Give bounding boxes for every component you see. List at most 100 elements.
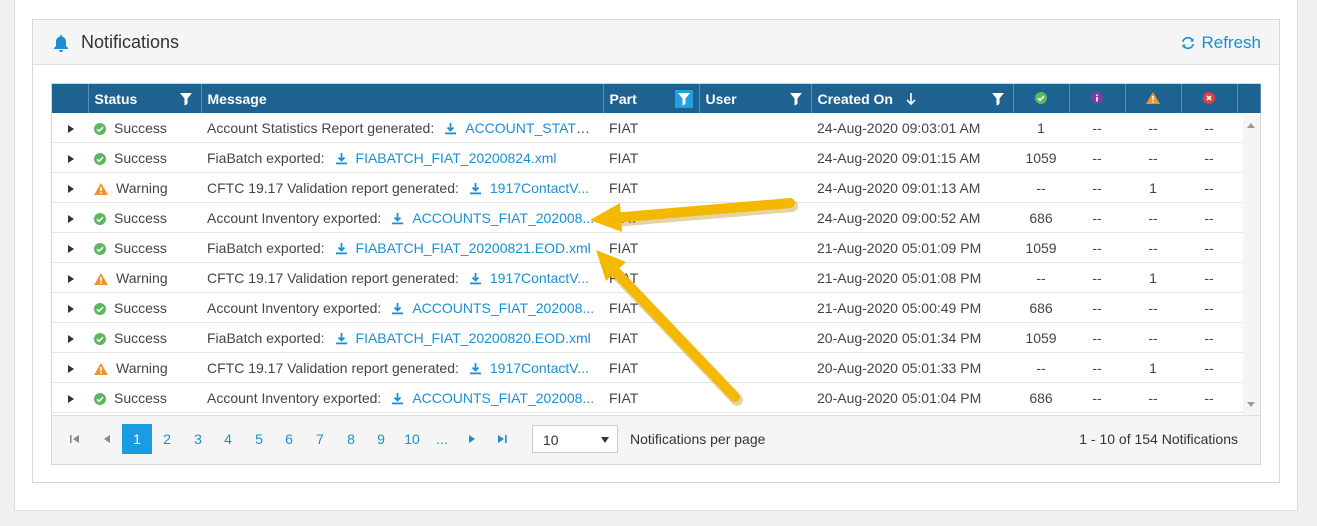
page-button[interactable]: 5 <box>244 424 274 454</box>
row-expander[interactable] <box>52 322 88 353</box>
expand-arrow-icon[interactable] <box>68 184 74 193</box>
created-on-cell: 24-Aug-2020 09:00:52 AM <box>811 202 1013 233</box>
message-column-header[interactable]: Message <box>201 84 604 113</box>
page-button[interactable]: 8 <box>336 424 366 454</box>
page-button[interactable]: 2 <box>152 424 182 454</box>
row-expander[interactable] <box>52 232 88 263</box>
success-count-cell: -- <box>1013 352 1069 383</box>
refresh-button[interactable]: Refresh <box>1180 33 1261 53</box>
download-icon[interactable] <box>469 362 482 375</box>
status-cell: Success <box>88 232 201 263</box>
expand-arrow-icon[interactable] <box>68 244 74 253</box>
page-size-select[interactable]: 10 <box>532 425 618 453</box>
download-icon[interactable] <box>391 392 404 405</box>
file-link[interactable]: FIABATCH_FIAT_20200820.EOD.xml <box>356 330 591 346</box>
download-icon[interactable] <box>391 302 404 315</box>
warning-icon <box>1146 91 1160 104</box>
expand-arrow-icon[interactable] <box>68 364 74 373</box>
table-row[interactable]: Warning CFTC 19.17 Validation report gene… <box>52 262 1260 293</box>
page-button[interactable]: 10 <box>397 424 427 454</box>
download-icon[interactable] <box>335 332 348 345</box>
prev-page-icon[interactable] <box>102 434 112 444</box>
per-page-label: Notifications per page <box>630 431 766 447</box>
vertical-scrollbar[interactable] <box>1243 115 1260 415</box>
status-column-header[interactable]: Status <box>88 84 202 113</box>
filter-icon[interactable] <box>177 90 195 108</box>
table-row[interactable]: Success FiaBatch exported: FIABATCH_FIAT_2… <box>52 232 1260 263</box>
file-link[interactable]: 1917ContactV... <box>490 270 589 286</box>
row-expander[interactable] <box>52 352 88 383</box>
info-count-cell: -- <box>1069 322 1125 353</box>
row-expander[interactable] <box>52 113 88 143</box>
file-link[interactable]: 1917ContactV... <box>490 360 589 376</box>
success-icon <box>94 332 106 345</box>
part-column-header[interactable]: Part <box>603 84 700 113</box>
table-row[interactable]: Success FiaBatch exported: FIABATCH_FIAT_2… <box>52 142 1260 173</box>
page-button[interactable]: 7 <box>305 424 335 454</box>
table-row[interactable]: Success FiaBatch exported: FIABATCH_FIAT_2… <box>52 322 1260 353</box>
page-button[interactable]: 9 <box>366 424 396 454</box>
success-count-header[interactable] <box>1013 84 1070 113</box>
expand-arrow-icon[interactable] <box>68 394 74 403</box>
table-row[interactable]: Success Account Inventory exported: ACCOUN… <box>52 292 1260 323</box>
first-page-icon[interactable] <box>70 434 80 444</box>
expand-arrow-icon[interactable] <box>68 154 74 163</box>
download-icon[interactable] <box>391 212 404 225</box>
user-column-header[interactable]: User <box>699 84 812 113</box>
error-count-cell: -- <box>1181 113 1237 143</box>
part-cell: FIAT <box>603 142 699 173</box>
expand-arrow-icon[interactable] <box>68 124 74 133</box>
page-button[interactable]: 3 <box>183 424 213 454</box>
row-expander[interactable] <box>52 172 88 203</box>
part-cell: FIAT <box>603 113 699 143</box>
table-row[interactable]: Success Account Inventory exported: ACCOUN… <box>52 202 1260 233</box>
file-link[interactable]: FIABATCH_FIAT_20200821.EOD.xml <box>356 240 591 256</box>
scroll-up-icon[interactable] <box>1247 123 1255 128</box>
pager: 1 2 3 4 5 6 7 8 9 10... 10 Notifications per page… <box>52 415 1260 464</box>
info-count-cell: -- <box>1069 352 1125 383</box>
expand-arrow-icon[interactable] <box>68 304 74 313</box>
error-count-header[interactable] <box>1181 84 1238 113</box>
table-row[interactable]: Warning CFTC 19.17 Validation report gene… <box>52 172 1260 203</box>
expand-arrow-icon[interactable] <box>68 214 74 223</box>
warning-count-header[interactable] <box>1125 84 1182 113</box>
created-on-cell: 24-Aug-2020 09:03:01 AM <box>811 113 1013 143</box>
filter-icon[interactable] <box>989 90 1007 108</box>
scroll-down-icon[interactable] <box>1247 402 1255 407</box>
info-count-header[interactable] <box>1069 84 1126 113</box>
file-link[interactable]: 1917ContactV... <box>490 180 589 196</box>
expand-arrow-icon[interactable] <box>68 274 74 283</box>
user-cell <box>699 172 811 203</box>
file-link[interactable]: ACCOUNTS_FIAT_202008... <box>412 300 594 316</box>
created-on-column-header[interactable]: Created On <box>811 84 1014 113</box>
status-cell: Warning <box>88 172 201 203</box>
filter-icon[interactable] <box>787 90 805 108</box>
panel-title: Notifications <box>53 32 179 53</box>
expand-arrow-icon[interactable] <box>68 334 74 343</box>
row-expander[interactable] <box>52 292 88 323</box>
file-link[interactable]: FIABATCH_FIAT_20200824.xml <box>356 150 557 166</box>
download-icon[interactable] <box>469 182 482 195</box>
page-button[interactable]: 4 <box>213 424 243 454</box>
download-icon[interactable] <box>444 122 457 135</box>
table-row[interactable]: Warning CFTC 19.17 Validation report gene… <box>52 352 1260 383</box>
row-expander[interactable] <box>52 262 88 293</box>
row-expander[interactable] <box>52 382 88 413</box>
page-button[interactable]: ... <box>427 424 457 454</box>
download-icon[interactable] <box>469 272 482 285</box>
file-link[interactable]: ACCOUNT_STATS_... <box>465 120 603 136</box>
message-text: Account Statistics Report generated: <box>207 119 435 136</box>
row-expander[interactable] <box>52 202 88 233</box>
next-page-icon[interactable] <box>467 434 477 444</box>
download-icon[interactable] <box>335 242 348 255</box>
file-link[interactable]: ACCOUNTS_FIAT_202008... <box>412 390 594 406</box>
table-row[interactable]: Success Account Statistics Report generat… <box>52 113 1260 143</box>
filter-icon[interactable] <box>674 90 693 108</box>
last-page-icon[interactable] <box>497 434 507 444</box>
file-link[interactable]: ACCOUNTS_FIAT_202008... <box>412 210 594 226</box>
current-page-button[interactable]: 1 <box>122 424 152 454</box>
row-expander[interactable] <box>52 142 88 173</box>
download-icon[interactable] <box>335 152 348 165</box>
table-row[interactable]: Success Account Inventory exported: ACCOUN… <box>52 382 1260 413</box>
page-button[interactable]: 6 <box>274 424 304 454</box>
